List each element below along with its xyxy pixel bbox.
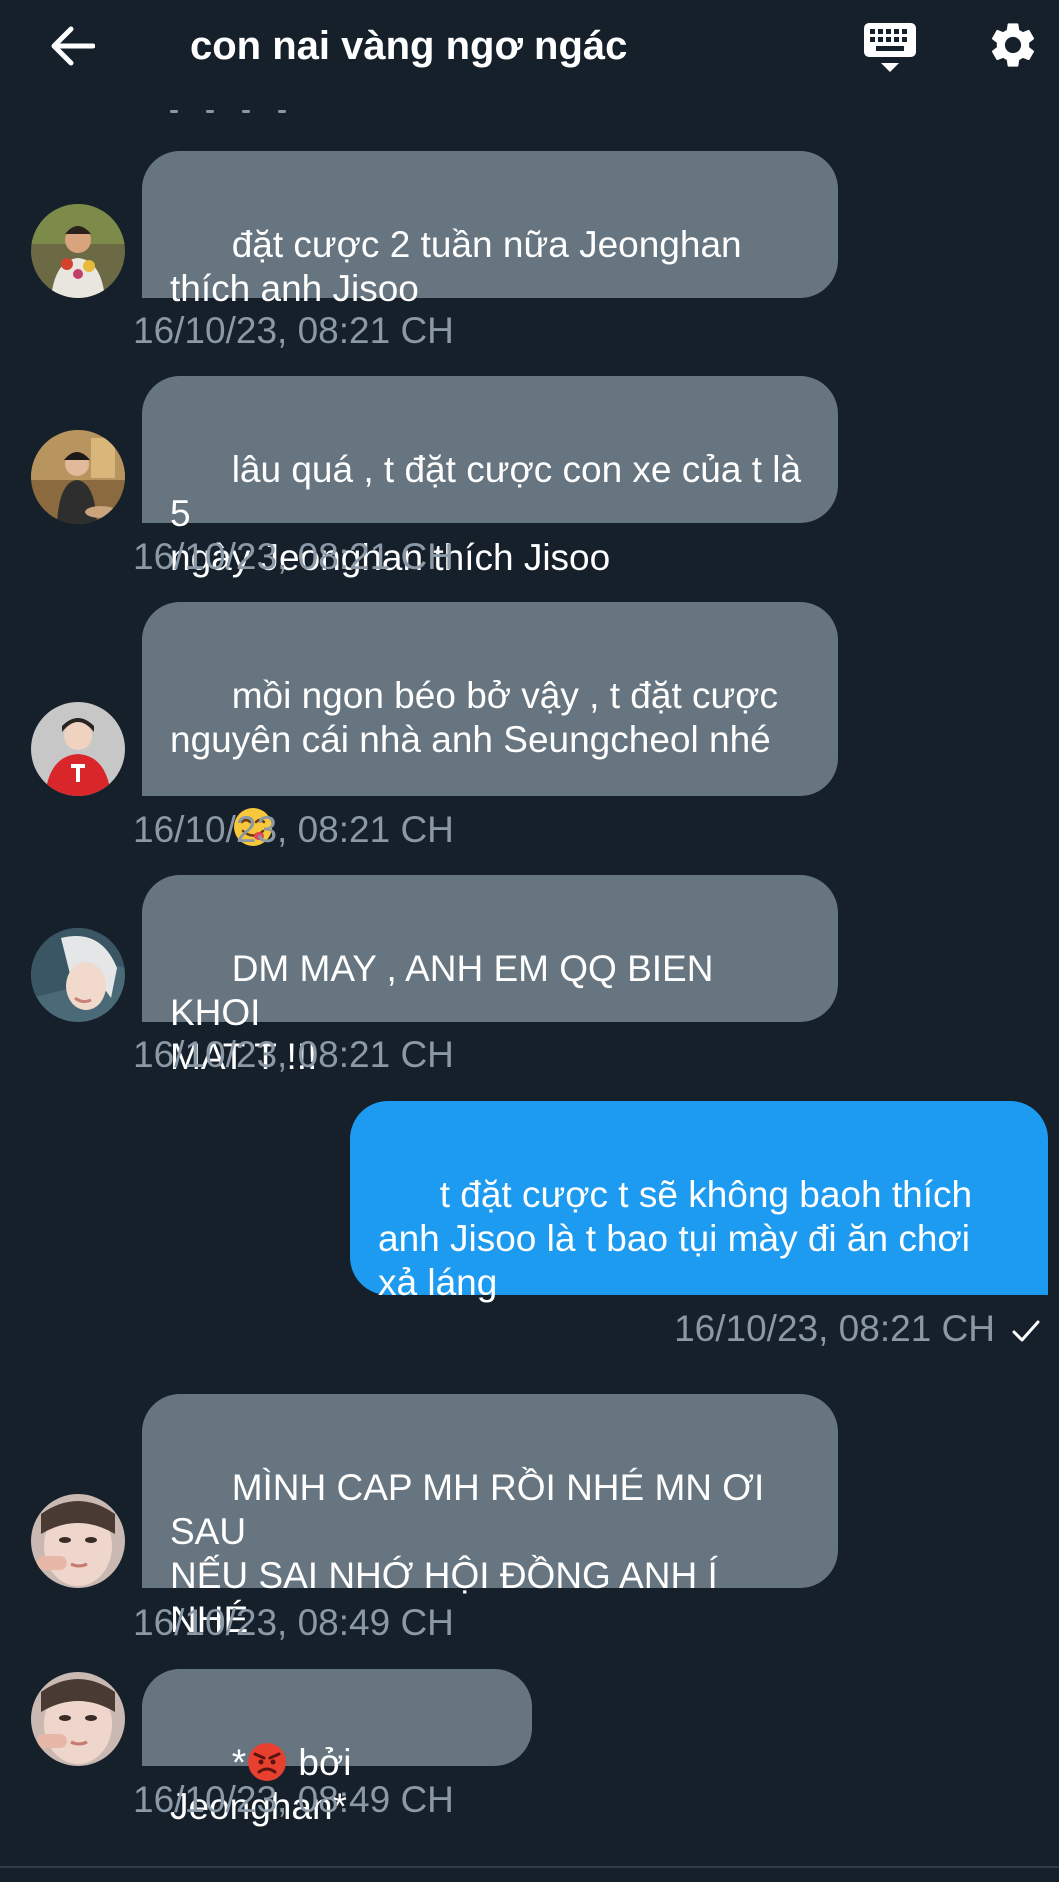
previous-message-remnant: [170, 100, 330, 120]
angry-face-emoji: [248, 1743, 287, 1781]
message-bubble[interactable]: lâu quá , t đặt cược con xe của t là 5 n…: [142, 376, 838, 578]
message-timestamp: 16/10/23, 08:21 CH: [133, 1034, 454, 1075]
timestamp-text: 16/10/23, 08:21 CH: [674, 1308, 995, 1349]
message-text-prefix: *: [231, 1742, 247, 1783]
message-text: t đặt cược t sẽ không baoh thích anh Jis…: [378, 1174, 973, 1303]
avatar[interactable]: [31, 430, 125, 524]
message-bubble[interactable]: mồi ngon béo bở vậy , t đặt cược nguyên …: [142, 602, 838, 846]
message-bubble-outgoing[interactable]: t đặt cược t sẽ không baoh thích anh Jis…: [350, 1101, 1048, 1303]
page-title: con nai vàng ngơ ngác: [190, 24, 628, 68]
message-timestamp: 16/10/23, 08:21 CH: [674, 1307, 1041, 1351]
settings-button[interactable]: [982, 14, 1044, 76]
avatar[interactable]: [31, 928, 125, 1022]
gear-icon: [991, 23, 1035, 67]
message-timestamp: 16/10/23, 08:49 CH: [133, 1602, 454, 1643]
keyboard-icon: [864, 23, 916, 72]
arrow-left-icon: [51, 26, 95, 66]
message-text: mồi ngon béo bở vậy , t đặt cược nguyên …: [170, 675, 779, 760]
message-timestamp: 16/10/23, 08:49 CH: [133, 1779, 454, 1820]
avatar[interactable]: [31, 204, 125, 298]
message-timestamp: 16/10/23, 08:21 CH: [133, 809, 454, 850]
chat-screen: con nai vàng ngơ ngác đặt cược 2 tuần nữ…: [0, 0, 1059, 1882]
composer-edge: [0, 1866, 1059, 1882]
message-timestamp: 16/10/23, 08:21 CH: [133, 536, 454, 577]
message-bubble[interactable]: * bởi Jeonghan*: [142, 1669, 532, 1827]
message-bubble[interactable]: đặt cược 2 tuần nữa Jeonghan thích anh J…: [142, 151, 838, 309]
header-bar: con nai vàng ngơ ngác: [0, 0, 1059, 96]
check-icon: [1012, 1320, 1040, 1342]
avatar[interactable]: [31, 702, 125, 796]
message-timestamp: 16/10/23, 08:21 CH: [133, 310, 454, 351]
avatar[interactable]: [31, 1494, 125, 1588]
message-bubble[interactable]: MÌNH CAP MH RỒI NHÉ MN ƠI SAU NẾU SAI NH…: [142, 1394, 838, 1640]
avatar[interactable]: [31, 1672, 125, 1766]
keyboard-button[interactable]: [858, 16, 922, 80]
message-bubble[interactable]: DM MAY , ANH EM QQ BIEN KHOI MAT T !!!: [142, 875, 838, 1077]
message-text: đặt cược 2 tuần nữa Jeonghan thích anh J…: [170, 224, 742, 309]
back-button[interactable]: [40, 14, 104, 78]
